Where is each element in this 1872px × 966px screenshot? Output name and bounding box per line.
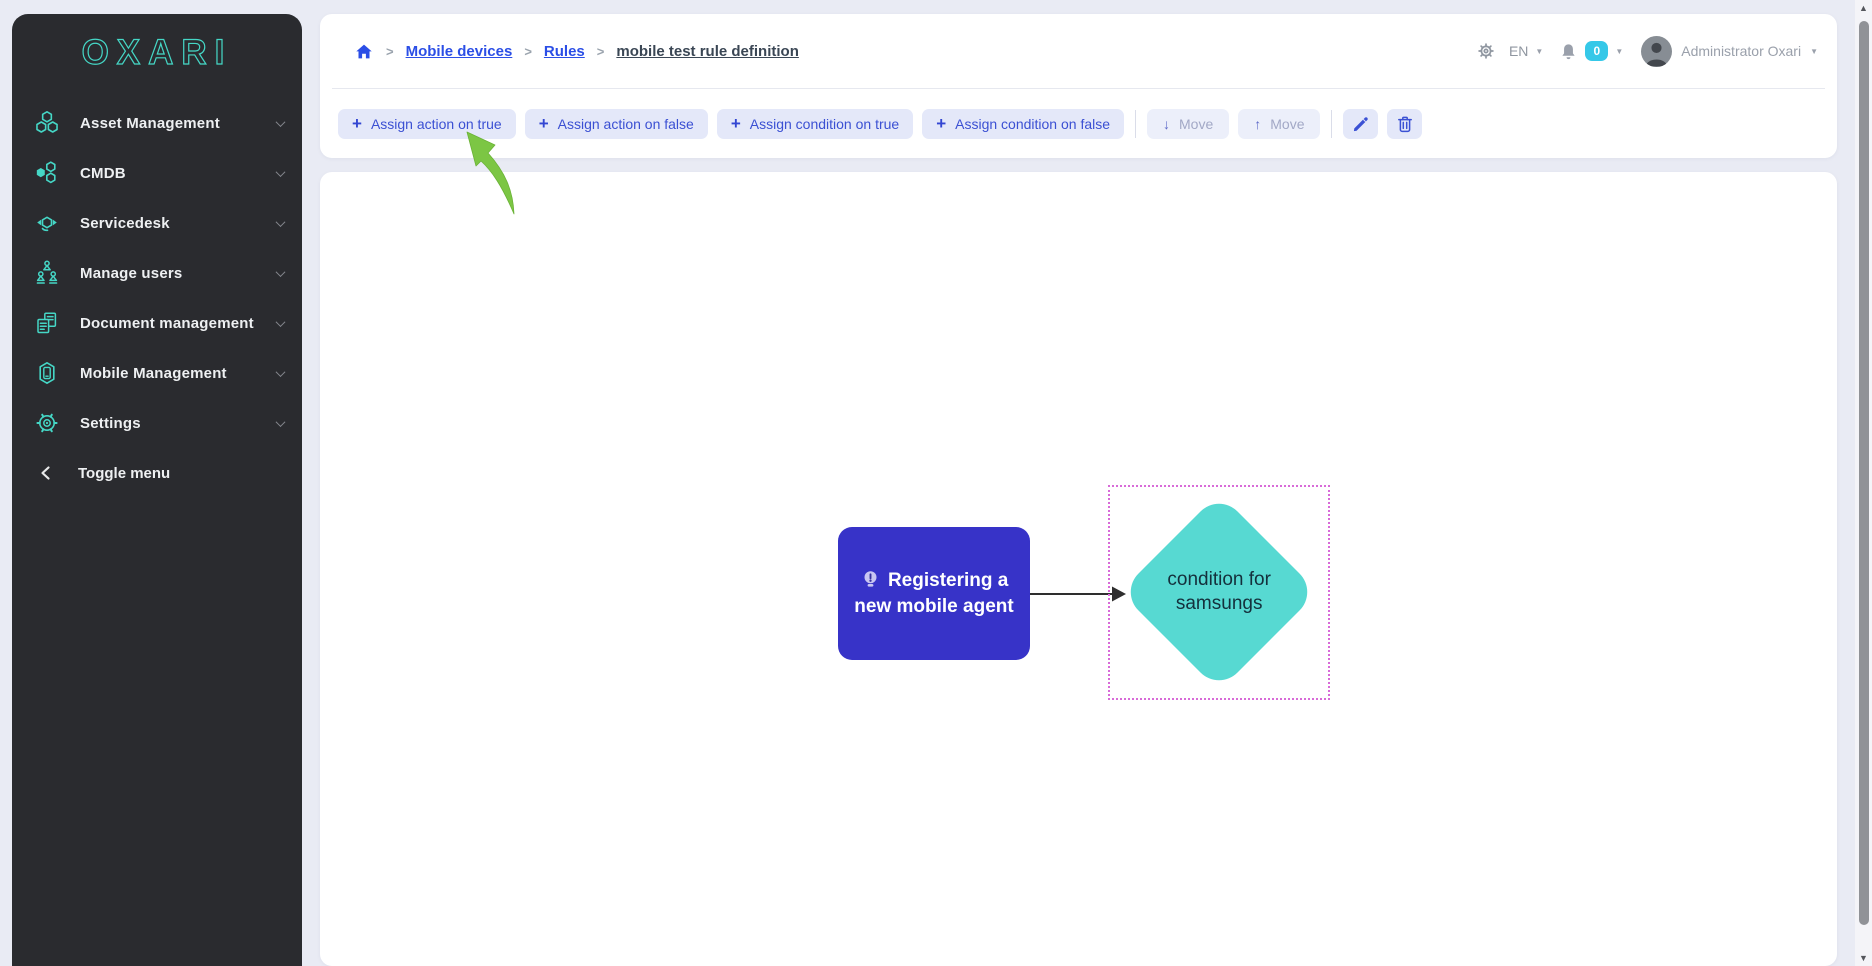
chevron-down-icon	[276, 367, 286, 377]
toolbar: + Assign action on true + Assign action …	[320, 89, 1837, 158]
cmdb-icon	[34, 160, 60, 186]
chevron-down-icon	[276, 217, 286, 227]
arrow-down-icon: ↓	[1163, 116, 1170, 132]
header-card: > Mobile devices > Rules > mobile test r…	[320, 14, 1837, 158]
move-down-button[interactable]: ↓ Move	[1147, 109, 1229, 139]
scrollbar-up-button[interactable]: ▲	[1855, 0, 1872, 16]
arrow-up-icon: ↑	[1254, 116, 1261, 132]
condition-node-label: condition for samsungs	[1149, 568, 1289, 616]
caret-down-icon: ▼	[1535, 47, 1543, 56]
button-label: Assign condition on false	[955, 116, 1110, 132]
breadcrumb-current-page: mobile test rule definition	[616, 43, 799, 60]
scrollbar-thumb[interactable]	[1859, 21, 1869, 925]
sidebar-item-label: Document management	[80, 315, 254, 332]
chevron-right-separator: >	[386, 44, 394, 59]
plus-icon: +	[352, 115, 362, 132]
avatar	[1641, 36, 1672, 67]
language-selector[interactable]: EN ▼	[1509, 43, 1543, 59]
button-label: Assign action on false	[558, 116, 694, 132]
notification-badge: 0	[1585, 41, 1608, 61]
rule-canvas[interactable]: Registering a new mobile agent condition…	[320, 172, 1837, 966]
chevron-right-separator: >	[524, 44, 532, 59]
chevron-down-icon	[276, 417, 286, 427]
edit-button[interactable]	[1343, 109, 1378, 139]
scrollbar: ▲ ▼	[1855, 0, 1872, 966]
sidebar-item-mobile-management[interactable]: Mobile Management	[12, 348, 302, 398]
chevron-right-separator: >	[597, 44, 605, 59]
sidebar-toggle-menu[interactable]: Toggle menu	[12, 448, 302, 498]
assign-condition-on-false-button[interactable]: + Assign condition on false	[922, 109, 1124, 139]
sidebar-item-asset-management[interactable]: Asset Management	[12, 98, 302, 148]
mobile-management-icon	[34, 360, 60, 386]
caret-down-icon: ▼	[1615, 47, 1623, 56]
sidebar-item-label: CMDB	[80, 165, 126, 182]
oxari-logo: OXARI	[12, 22, 302, 84]
plus-icon: +	[936, 115, 946, 132]
notifications-button[interactable]: 0 ▼	[1559, 41, 1623, 61]
trash-icon	[1395, 114, 1415, 134]
gear-icon	[1477, 42, 1495, 60]
sidebar-item-servicedesk[interactable]: Servicedesk	[12, 198, 302, 248]
chevron-down-icon	[276, 317, 286, 327]
delete-button[interactable]	[1387, 109, 1422, 139]
button-label: Assign action on true	[371, 116, 502, 132]
chevron-down-icon	[276, 267, 286, 277]
sidebar-item-label: Servicedesk	[80, 215, 170, 232]
home-icon	[354, 42, 374, 61]
chevron-down-icon	[276, 117, 286, 127]
breadcrumb-link-mobile-devices[interactable]: Mobile devices	[406, 43, 513, 60]
sidebar: OXARI Asset Management	[12, 14, 302, 966]
plus-icon: +	[731, 115, 741, 132]
sidebar-item-label: Manage users	[80, 265, 182, 282]
sidebar-item-settings[interactable]: Settings	[12, 398, 302, 448]
servicedesk-icon	[34, 210, 60, 236]
sidebar-item-label: Mobile Management	[80, 365, 227, 382]
settings-icon	[34, 410, 60, 436]
sidebar-menu: Asset Management CMDB	[12, 98, 302, 498]
document-management-icon	[34, 310, 60, 336]
breadcrumb-link-rules[interactable]: Rules	[544, 43, 585, 60]
chevron-down-icon	[276, 167, 286, 177]
toggle-menu-label: Toggle menu	[78, 465, 170, 482]
settings-gear-button[interactable]	[1477, 42, 1495, 60]
language-label: EN	[1509, 43, 1528, 59]
header-actions: EN ▼ 0 ▼	[1477, 36, 1818, 67]
sidebar-item-document-management[interactable]: Document management	[12, 298, 302, 348]
plus-icon: +	[539, 115, 549, 132]
connector-arrow	[320, 172, 1837, 966]
toolbar-divider	[1135, 110, 1136, 138]
chevron-left-icon	[38, 464, 54, 482]
user-name: Administrator Oxari	[1681, 43, 1801, 59]
move-up-button[interactable]: ↑ Move	[1238, 109, 1320, 139]
assign-action-on-true-button[interactable]: + Assign action on true	[338, 109, 516, 139]
scrollbar-down-button[interactable]: ▼	[1855, 950, 1872, 966]
action-node[interactable]: Registering a new mobile agent	[838, 527, 1030, 660]
bell-icon	[1559, 42, 1578, 61]
manage-users-icon	[34, 260, 60, 286]
button-label: Assign condition on true	[750, 116, 899, 132]
caret-down-icon: ▼	[1810, 47, 1818, 56]
sidebar-item-label: Settings	[80, 415, 141, 432]
breadcrumb-home-link[interactable]	[354, 42, 374, 61]
button-label: Move	[1270, 116, 1304, 132]
breadcrumb: > Mobile devices > Rules > mobile test r…	[320, 14, 1837, 88]
bulb-icon	[860, 569, 881, 590]
pencil-icon	[1351, 114, 1371, 134]
app-root: OXARI Asset Management	[0, 0, 1872, 966]
person-icon	[1641, 36, 1672, 67]
user-menu[interactable]: Administrator Oxari ▼	[1641, 36, 1818, 67]
asset-management-icon	[34, 110, 60, 136]
sidebar-item-cmdb[interactable]: CMDB	[12, 148, 302, 198]
assign-condition-on-true-button[interactable]: + Assign condition on true	[717, 109, 913, 139]
toolbar-divider	[1331, 110, 1332, 138]
sidebar-item-manage-users[interactable]: Manage users	[12, 248, 302, 298]
sidebar-item-label: Asset Management	[80, 115, 220, 132]
button-label: Move	[1179, 116, 1213, 132]
assign-action-on-false-button[interactable]: + Assign action on false	[525, 109, 708, 139]
logo-text: OXARI	[82, 33, 233, 72]
